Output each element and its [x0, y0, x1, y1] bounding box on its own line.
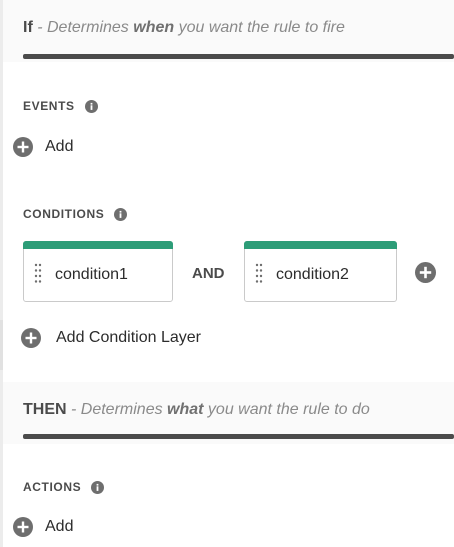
then-desc-emph: what	[167, 401, 204, 418]
then-desc-pre: - Determines	[66, 401, 168, 418]
actions-label: ACTIONS	[23, 480, 82, 494]
plus-circle-icon	[21, 328, 41, 348]
if-header: If - Determines when you want the rule t…	[23, 19, 345, 37]
info-icon[interactable]	[91, 480, 105, 494]
then-keyword: THEN	[23, 401, 67, 418]
drag-handle-icon[interactable]	[255, 263, 263, 285]
condition-operator: AND	[192, 265, 225, 282]
plus-circle-icon	[13, 137, 33, 157]
then-header-rule	[23, 434, 454, 439]
condition-card[interactable]: condition2	[244, 241, 397, 302]
actions-label-row: ACTIONS	[23, 479, 105, 495]
if-keyword: If	[23, 19, 33, 36]
then-desc-post: you want the rule to do	[203, 401, 370, 418]
add-action-button[interactable]: Add	[13, 516, 73, 538]
add-event-button[interactable]: Add	[13, 136, 73, 158]
info-icon[interactable]	[114, 207, 128, 221]
rule-editor-panel: If - Determines when you want the rule t…	[3, 0, 454, 547]
condition-status-bar	[23, 241, 173, 249]
conditions-label: CONDITIONS	[23, 207, 105, 221]
condition-name: condition1	[55, 266, 128, 283]
drag-handle-icon[interactable]	[34, 263, 42, 285]
if-header-rule	[23, 54, 454, 59]
plus-circle-icon	[13, 517, 33, 537]
events-label-row: EVENTS	[23, 98, 98, 114]
add-event-label: Add	[45, 138, 74, 155]
condition-status-bar	[244, 241, 397, 249]
if-desc-post: you want the rule to fire	[174, 19, 345, 36]
conditions-label-row: CONDITIONS	[23, 206, 128, 222]
add-condition-icon[interactable]	[415, 262, 436, 283]
info-icon[interactable]	[84, 99, 98, 113]
condition-name: condition2	[276, 266, 349, 283]
add-condition-layer-button[interactable]: Add Condition Layer	[21, 327, 201, 349]
then-header: THEN - Determines what you want the rule…	[23, 401, 370, 419]
events-label: EVENTS	[23, 99, 75, 113]
add-action-label: Add	[45, 518, 74, 535]
add-condition-layer-label: Add Condition Layer	[56, 329, 201, 346]
if-desc-pre: - Determines	[32, 19, 134, 36]
if-desc-emph: when	[133, 19, 175, 36]
condition-card[interactable]: condition1	[23, 241, 173, 302]
